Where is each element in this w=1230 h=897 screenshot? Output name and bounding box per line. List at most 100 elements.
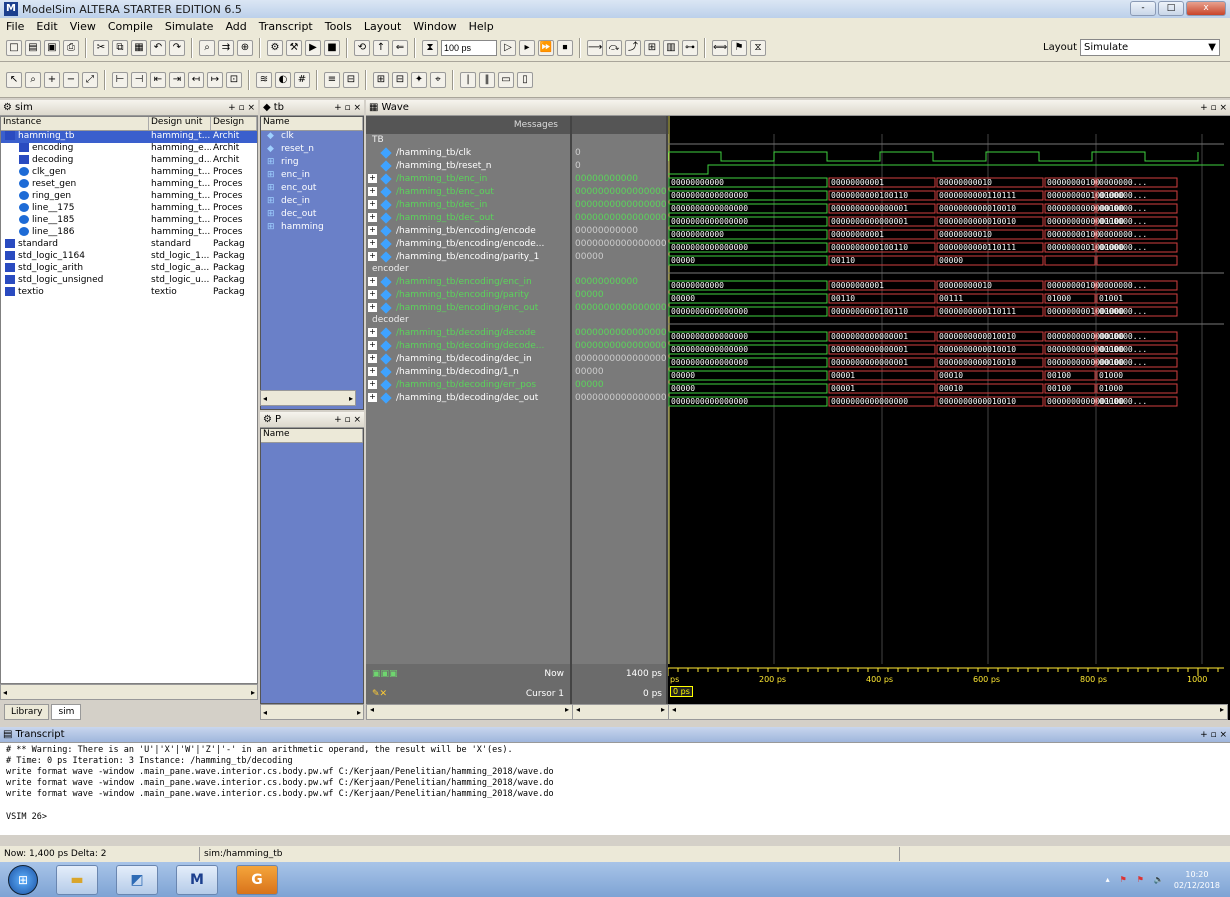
menu-item-compile[interactable]: Compile	[108, 20, 153, 33]
wave-signal-row[interactable]: + /hamming_tb/encoding/encode	[366, 224, 570, 237]
wave-signal-row[interactable]: + /hamming_tb/decoding/1_n	[366, 365, 570, 378]
wave-hscroll[interactable]: ◂ ▸ ◂ ▸ ◂ ▸	[366, 704, 1228, 720]
undo-icon[interactable]: ↶	[150, 39, 166, 56]
list-item[interactable]: ⊞ ring	[261, 157, 363, 170]
list-item[interactable]: ◆ reset_n	[261, 144, 363, 157]
objects-panel-controls-icon[interactable]: + ▫ ×	[334, 103, 361, 113]
wave-group-divider[interactable]: TB	[366, 134, 570, 146]
menu-item-add[interactable]: Add	[225, 20, 246, 33]
explorer-taskbar-icon[interactable]: ▬	[56, 864, 98, 895]
wave-signal-row[interactable]: + /hamming_tb/dec_out	[366, 211, 570, 224]
insert-cursor-icon[interactable]: ⊢	[112, 71, 128, 88]
list-item[interactable]: ⊞ dec_out	[261, 209, 363, 222]
zoom-full-icon[interactable]: ⤢	[82, 71, 98, 88]
paint-taskbar-icon[interactable]: ◩	[116, 864, 158, 895]
processes-panel-controls-icon[interactable]: + ▫ ×	[334, 415, 361, 425]
sim-hscroll[interactable]: ◂ ▸	[0, 684, 258, 700]
redo-icon[interactable]: ↷	[169, 39, 185, 56]
table-row[interactable]: line__185 hamming_t... Proces	[1, 215, 257, 227]
wave-signal-row[interactable]: + /hamming_tb/encoding/enc_out	[366, 301, 570, 314]
cursor-icons[interactable]: ✎✕	[372, 689, 387, 699]
menu-item-tools[interactable]: Tools	[325, 20, 352, 33]
performance-icon[interactable]: ⊞	[644, 39, 660, 56]
list-item[interactable]: ⊞ dec_in	[261, 196, 363, 209]
restart-icon[interactable]: ⟲	[354, 39, 370, 56]
tab-library[interactable]: Library	[4, 704, 50, 720]
list-item[interactable]: ◆ clk	[261, 131, 363, 144]
transcript-text[interactable]: # ** Warning: There is an 'U'|'X'|'W'|'Z…	[0, 743, 1230, 835]
expand-icon[interactable]: +	[368, 393, 377, 402]
wave-radix-icon[interactable]: #	[294, 71, 310, 88]
list-item[interactable]: ⊞ enc_out	[261, 183, 363, 196]
simulate-icon[interactable]: ▶	[305, 39, 321, 56]
expand-icon[interactable]: +	[368, 341, 377, 350]
dock-icon[interactable]: ▯	[517, 71, 533, 88]
wave-format-icon[interactable]: ≋	[256, 71, 272, 88]
minimize-button[interactable]: -	[1130, 1, 1156, 16]
next-transition-icon[interactable]: ↦	[207, 71, 223, 88]
wave-signal-row[interactable]: + /hamming_tb/decoding/dec_in	[366, 352, 570, 365]
wave-signal-row[interactable]: /hamming_tb/clk	[366, 146, 570, 159]
highlight-icon[interactable]: ✦	[411, 71, 427, 88]
table-row[interactable]: decoding hamming_d... Archit	[1, 155, 257, 167]
step-back-icon[interactable]: ⇐	[392, 39, 408, 56]
close-button[interactable]: x	[1186, 1, 1226, 16]
expand-icon[interactable]: +	[368, 239, 377, 248]
step-out-icon[interactable]: ⤴	[625, 39, 641, 56]
tray-flag-icon[interactable]: ⚑	[1120, 875, 1127, 884]
wave-signal-row[interactable]: + /hamming_tb/enc_in	[366, 172, 570, 185]
collapse-icon[interactable]: ⊟	[392, 71, 408, 88]
wave-signal-row[interactable]: + /hamming_tb/dec_in	[366, 198, 570, 211]
transcript-controls-icon[interactable]: + ▫ ×	[1200, 730, 1227, 740]
next-edge-icon[interactable]: ⇥	[169, 71, 185, 88]
paste-icon[interactable]: ▦	[131, 39, 147, 56]
print-icon[interactable]: ⎙	[63, 39, 79, 56]
dividers-icon[interactable]: ≡	[324, 71, 340, 88]
menu-item-simulate[interactable]: Simulate	[165, 20, 214, 33]
find-next-icon[interactable]: ⇉	[218, 39, 234, 56]
compile-all-icon[interactable]: ⚒	[286, 39, 302, 56]
processes-hscroll[interactable]: ◂ ▸	[260, 704, 364, 720]
bookmark-icon[interactable]: ⚑	[731, 39, 747, 56]
stop-icon[interactable]: ⏹	[557, 39, 573, 56]
marker-icon[interactable]: |	[460, 71, 476, 88]
table-row[interactable]: textio textio Packag	[1, 287, 257, 299]
zoom-out-icon[interactable]: −	[63, 71, 79, 88]
open-folder-icon[interactable]: ▤	[25, 39, 41, 56]
continue-icon[interactable]: ▸	[519, 39, 535, 56]
layout-select[interactable]: Simulate ▼	[1080, 39, 1220, 56]
expand-icon[interactable]: +	[368, 380, 377, 389]
copy-icon[interactable]: ⧉	[112, 39, 128, 56]
dataflow-icon[interactable]: ⊶	[682, 39, 698, 56]
table-row[interactable]: clk_gen hamming_t... Proces	[1, 167, 257, 179]
panel-controls-icon[interactable]: + ▫ ×	[228, 103, 255, 113]
table-row[interactable]: standard standard Packag	[1, 239, 257, 251]
save-icon[interactable]: ▣	[44, 39, 60, 56]
list-item[interactable]: ⊞ enc_in	[261, 170, 363, 183]
step-up-icon[interactable]: ↑	[373, 39, 389, 56]
expand-icon[interactable]: +	[368, 354, 377, 363]
wave-signal-row[interactable]: /hamming_tb/reset_n	[366, 159, 570, 172]
expand-icon[interactable]: +	[368, 174, 377, 183]
menu-item-view[interactable]: View	[70, 20, 96, 33]
list-item[interactable]: ⊞ hamming	[261, 222, 363, 235]
wave-signal-row[interactable]: + /hamming_tb/decoding/decode	[366, 326, 570, 339]
menu-item-file[interactable]: File	[6, 20, 24, 33]
find-icon[interactable]: ⌕	[199, 39, 215, 56]
break-icon[interactable]: ■	[324, 39, 340, 56]
table-row[interactable]: line__186 hamming_t... Proces	[1, 227, 257, 239]
table-row[interactable]: hamming_tb hamming_t... Archit	[1, 131, 257, 143]
history-icon[interactable]: ⧖	[750, 39, 766, 56]
wave-signal-row[interactable]: + /hamming_tb/enc_out	[366, 185, 570, 198]
tray-arrow-icon[interactable]: ▴	[1106, 875, 1110, 884]
select-mode-icon[interactable]: ↖	[6, 71, 22, 88]
zoom-in-icon[interactable]: +	[44, 71, 60, 88]
prev-edge-icon[interactable]: ⇤	[150, 71, 166, 88]
expand-icon[interactable]: +	[368, 303, 377, 312]
menu-item-help[interactable]: Help	[469, 20, 494, 33]
menu-item-edit[interactable]: Edit	[36, 20, 57, 33]
column-design-unit[interactable]: Design unit	[149, 117, 211, 130]
wave-signal-row[interactable]: + /hamming_tb/encoding/parity	[366, 288, 570, 301]
wave-signal-row[interactable]: + /hamming_tb/encoding/encode...	[366, 237, 570, 250]
search-wave-icon[interactable]: ⌖	[430, 71, 446, 88]
